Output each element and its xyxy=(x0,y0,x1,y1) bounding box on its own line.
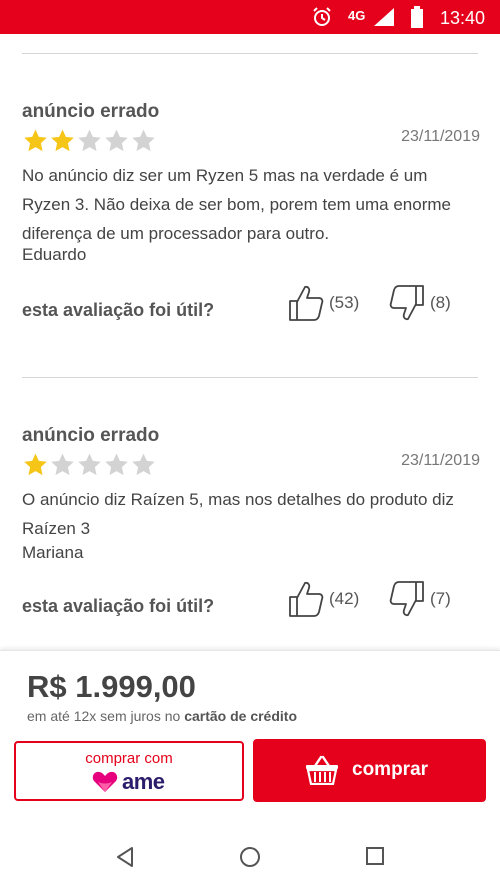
thumbs-up-icon xyxy=(289,581,324,617)
star-icon xyxy=(132,129,155,152)
thumbs-down-icon xyxy=(389,581,424,617)
star-icon xyxy=(132,453,155,476)
review-date: 23/11/2019 xyxy=(401,128,480,145)
like-count: (42) xyxy=(329,589,360,608)
dislike-button[interactable]: (7) xyxy=(388,579,451,619)
battery-icon xyxy=(411,6,423,33)
dislike-count: (7) xyxy=(430,589,451,608)
star-rating xyxy=(22,128,157,154)
review-title: anúncio errado xyxy=(22,425,160,446)
helpful-question: esta avaliação foi útil? xyxy=(22,596,215,616)
ame-logo: ame xyxy=(92,769,165,795)
like-button[interactable]: (42) xyxy=(287,579,359,619)
review-body: No anúncio diz ser um Ryzen 5 mas na ver… xyxy=(22,166,451,243)
like-button[interactable]: (53) xyxy=(287,283,359,323)
purchase-bar: R$ 1.999,00 em até 12x sem juros no cart… xyxy=(0,650,500,823)
review-author: Eduardo xyxy=(22,245,87,264)
network-type: 4G xyxy=(348,8,366,23)
divider xyxy=(22,377,478,378)
like-count: (53) xyxy=(329,293,360,312)
dislike-count: (8) xyxy=(430,293,451,312)
buy-button[interactable]: comprar xyxy=(253,739,486,802)
signal-icon xyxy=(374,8,394,31)
helpful-question: esta avaliação foi útil? xyxy=(22,300,215,320)
review-title: anúncio errado xyxy=(22,101,160,122)
review-card: anúncio errado 23/11/2019 O anúncio diz … xyxy=(22,425,480,625)
star-rating xyxy=(22,452,157,478)
status-time: 13:40 xyxy=(440,8,486,28)
star-icon xyxy=(105,453,128,476)
installments-info: em até 12x sem juros no cartão de crédit… xyxy=(27,708,297,724)
alarm-icon xyxy=(311,6,333,33)
review-card: anúncio errado 23/11/2019 No anúncio diz… xyxy=(22,101,480,331)
review-author: Mariana xyxy=(22,543,84,562)
status-bar: 4G 13:40 xyxy=(0,0,500,34)
dislike-button[interactable]: (8) xyxy=(388,283,451,323)
installments-text: em até 12x sem juros no xyxy=(27,708,181,724)
divider xyxy=(22,53,478,54)
installments-card: cartão de crédito xyxy=(184,708,298,724)
thumbs-down-icon xyxy=(389,285,424,321)
ame-button-label: comprar com xyxy=(85,750,173,767)
star-icon xyxy=(51,453,74,476)
star-icon xyxy=(78,129,101,152)
review-date: 23/11/2019 xyxy=(401,452,480,469)
back-icon[interactable] xyxy=(114,846,136,873)
star-icon xyxy=(105,129,128,152)
home-icon[interactable] xyxy=(239,846,261,873)
ame-brand: ame xyxy=(122,769,165,794)
navigation-bar xyxy=(0,822,500,889)
star-icon xyxy=(51,129,74,152)
review-body: O anúncio diz Raízen 5, mas nos detalhes… xyxy=(22,490,454,538)
ame-heart-icon xyxy=(92,771,118,792)
product-price: R$ 1.999,00 xyxy=(27,669,196,704)
thumbs-up-icon xyxy=(289,285,324,321)
basket-icon xyxy=(306,755,338,785)
star-icon xyxy=(78,453,101,476)
buy-button-label: comprar xyxy=(352,759,429,780)
star-icon xyxy=(24,453,47,476)
star-icon xyxy=(24,129,47,152)
buy-with-ame-button[interactable]: comprar com ame xyxy=(14,741,244,801)
recents-icon[interactable] xyxy=(365,846,385,871)
